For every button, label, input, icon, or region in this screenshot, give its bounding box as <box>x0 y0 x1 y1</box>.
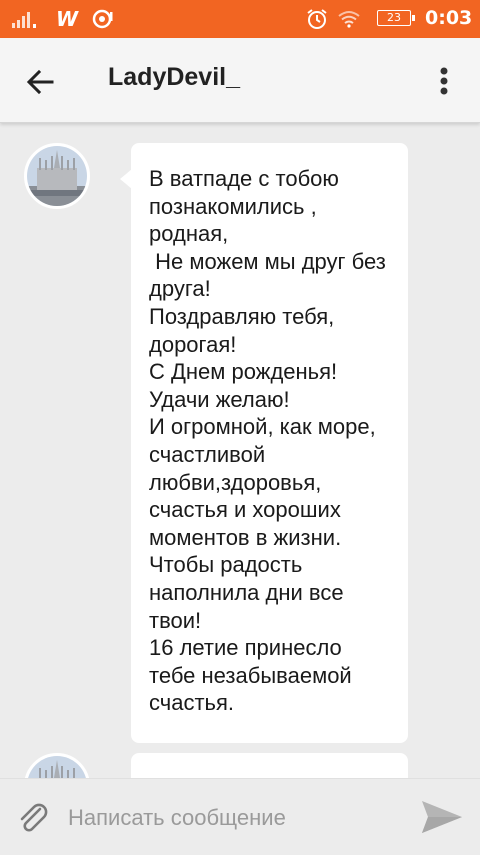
message-text: В ватпаде с тобою познакомились , родная… <box>149 166 386 716</box>
message-bubble[interactable] <box>131 753 408 778</box>
send-icon[interactable] <box>420 797 464 837</box>
arrow-left-icon[interactable] <box>20 62 60 102</box>
battery-icon: 23 <box>377 10 415 26</box>
chat-title[interactable]: LadyDevil_ <box>108 63 240 92</box>
wattpad-notification-icon: W <box>56 7 79 31</box>
cathedral-avatar-image <box>27 146 87 206</box>
message-input[interactable] <box>66 799 390 837</box>
wifi-icon <box>338 11 360 28</box>
clock: 0:03 <box>425 7 473 29</box>
app-notification-icon <box>92 9 113 29</box>
cathedral-avatar-image <box>27 756 87 778</box>
status-bar: W 23 0:03 <box>0 0 480 38</box>
alarm-icon <box>307 9 327 29</box>
signal-icon <box>12 12 36 28</box>
message-composer <box>0 778 480 855</box>
chat-header: LadyDevil_ <box>0 38 480 123</box>
more-vert-icon[interactable] <box>428 62 460 102</box>
sender-avatar[interactable] <box>24 753 90 778</box>
message-list[interactable]: В ватпаде с тобою познакомились , родная… <box>0 123 480 778</box>
battery-level: 23 <box>387 11 401 24</box>
sender-avatar[interactable] <box>24 143 90 209</box>
message-bubble[interactable]: В ватпаде с тобою познакомились , родная… <box>120 143 408 743</box>
paperclip-icon[interactable] <box>14 799 52 837</box>
